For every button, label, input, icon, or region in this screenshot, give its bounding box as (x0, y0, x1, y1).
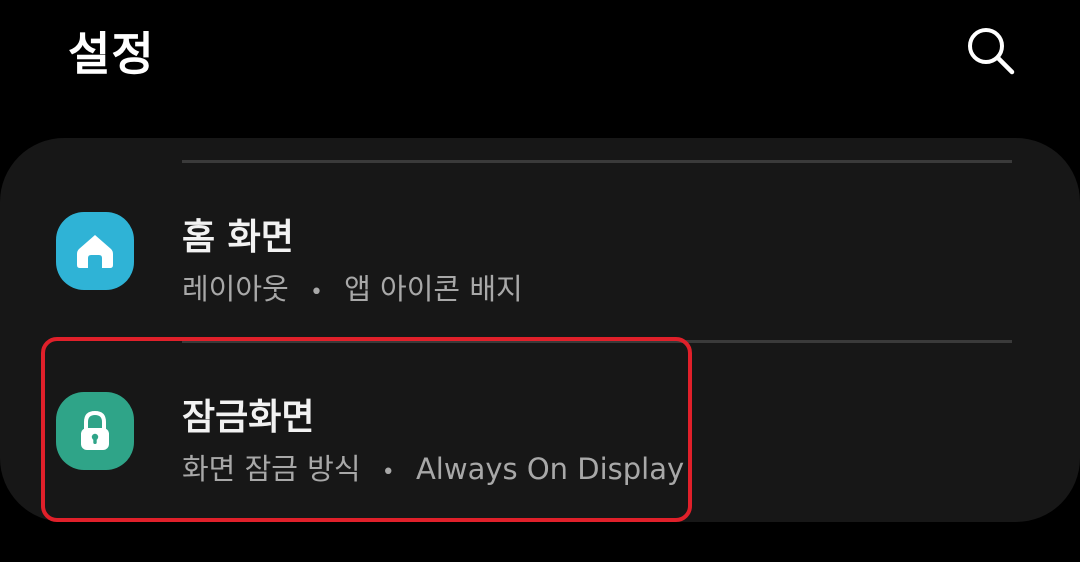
settings-item-title: 잠금화면 (182, 397, 315, 438)
settings-item-home-screen[interactable]: 홈 화면 레이아웃 • 앱 아이콘 배지 (0, 162, 1080, 322)
settings-item-lock-screen[interactable]: 잠금화면 화면 잠금 방식 • Always On Display (0, 342, 1080, 502)
subtitle-part: 앱 아이콘 배지 (344, 272, 523, 306)
lock-icon (56, 392, 134, 470)
settings-card: 홈 화면 레이아웃 • 앱 아이콘 배지 잠금화면 화면 잠금 방식 • Alw… (0, 138, 1080, 522)
page-title: 설정 (68, 27, 155, 81)
settings-screen: 설정 홈 화면 레이아웃 • 앱 아이콘 배지 잠금화면 화면 잠금 방식 • … (0, 0, 1080, 562)
subtitle-part: Always On Display (415, 452, 685, 486)
separator-dot: • (381, 460, 395, 485)
subtitle-part: 화면 잠금 방식 (182, 452, 361, 486)
settings-item-subtitle: 화면 잠금 방식 • Always On Display (182, 446, 684, 488)
settings-item-title: 홈 화면 (182, 217, 294, 258)
separator-dot: • (309, 280, 323, 305)
settings-item-subtitle: 레이아웃 • 앱 아이콘 배지 (182, 266, 523, 308)
search-button[interactable] (958, 18, 1022, 82)
home-icon (56, 212, 134, 290)
subtitle-part: 레이아웃 (182, 272, 289, 306)
search-icon (968, 28, 1015, 75)
